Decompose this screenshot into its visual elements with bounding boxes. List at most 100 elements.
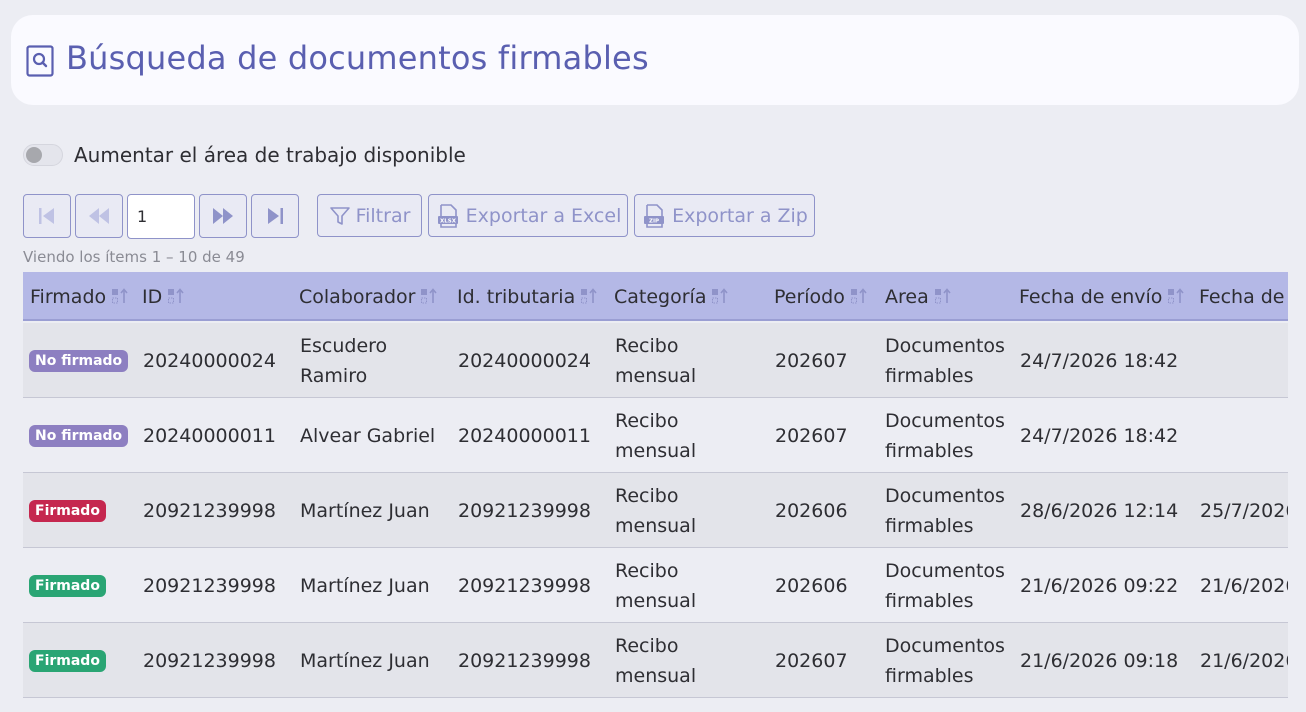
toggle-knob [26,147,42,163]
column-header-label: Fecha de envío [1019,285,1163,308]
fecha-firma-cell: 21/6/2026 [1200,649,1288,672]
id-tributaria-cell: 20921239998 [458,649,591,672]
area-cell: Documentos firmables [885,334,1005,387]
column-header-label: Período [774,285,845,308]
page-header: Búsqueda de documentos firmables [11,15,1299,105]
documents-grid: Firmado ID Colaborador Id. tributaria Ca… [23,272,1288,712]
fecha-envio-cell: 21/6/2026 09:22 [1020,574,1179,597]
id-tributaria-cell: 20921239998 [458,574,591,597]
fecha-envio-cell: 21/6/2026 09:18 [1020,649,1179,672]
page-number-input[interactable] [127,194,195,239]
column-header-label: Fecha de [1199,285,1285,308]
status-badge: Firmado [29,574,106,597]
workspace-toggle[interactable] [23,144,63,166]
column-header-label: Area [885,285,929,308]
sort-icon[interactable] [111,287,129,307]
sort-icon[interactable] [850,287,868,307]
area-cell: Documentos firmables [885,634,1005,687]
area-cell: Documentos firmables [885,484,1005,537]
id-cell: 20921239998 [143,499,276,522]
column-header-area[interactable]: Area [885,272,952,321]
sort-icon[interactable] [167,287,185,307]
status-badge: No firmado [29,424,129,447]
next-page-button[interactable] [199,194,247,238]
status-cell: Firmado [29,548,106,623]
export-excel-button[interactable]: XLSX Exportar a Excel [428,194,628,237]
xlsx-file-icon: XLSX [437,203,458,228]
id-tributaria-cell: 20240000011 [458,424,591,447]
column-header-fecha-firma[interactable]: Fecha de [1199,272,1285,321]
rewind-icon [89,208,109,224]
id-cell: 20240000024 [143,349,276,372]
sort-icon[interactable] [934,287,952,307]
table-row[interactable]: Firmado 20921239998 Martínez Juan 209212… [23,623,1288,698]
categoria-cell: Recibo mensual [615,334,697,387]
categoria-cell: Recibo mensual [615,484,697,537]
periodo-cell: 202606 [775,574,848,597]
column-header-label: Colaborador [299,285,416,308]
fecha-firma-cell: 21/6/2026 [1200,574,1288,597]
id-tributaria-cell: 20240000024 [458,349,591,372]
funnel-icon [329,206,350,225]
status-cell: No firmado [29,323,129,398]
table-row[interactable]: No firmado 20240000024 Escudero Ramiro 2… [23,323,1288,398]
column-header-categoria[interactable]: Categoría [614,272,729,321]
colaborador-cell: Martínez Juan [300,499,430,522]
table-row[interactable]: Firmado 20921239998 Martínez Juan 209212… [23,548,1288,623]
periodo-cell: 202607 [775,424,848,447]
status-cell: Firmado [29,473,106,548]
categoria-cell: Recibo mensual [615,559,697,612]
export-excel-label: Exportar a Excel [465,204,622,227]
sort-icon[interactable] [580,287,598,307]
fast-forward-icon [213,208,233,224]
status-badge: Firmado [29,499,106,522]
status-badge: No firmado [29,349,129,372]
paging-info: Viendo los ítems 1 – 10 de 49 [23,248,245,266]
grid-header: Firmado ID Colaborador Id. tributaria Ca… [23,272,1288,321]
status-badge: Firmado [29,649,106,672]
svg-text:XLSX: XLSX [440,218,457,224]
categoria-cell: Recibo mensual [615,634,697,687]
first-page-icon [39,208,54,224]
id-cell: 20921239998 [143,574,276,597]
export-zip-button[interactable]: ZIP Exportar a Zip [634,194,815,237]
sort-icon[interactable] [1167,287,1185,307]
fecha-envio-cell: 24/7/2026 18:42 [1020,349,1179,372]
periodo-cell: 202606 [775,499,848,522]
previous-page-button[interactable] [75,194,123,238]
periodo-cell: 202607 [775,349,848,372]
last-page-button[interactable] [251,194,299,238]
area-cell: Documentos firmables [885,559,1005,612]
colaborador-cell: Alvear Gabriel [300,424,436,447]
id-tributaria-cell: 20921239998 [458,499,591,522]
sort-icon[interactable] [711,287,729,307]
colaborador-cell: Escudero Ramiro [300,334,388,387]
column-header-label: Firmado [30,285,107,308]
column-header-label: ID [142,285,163,308]
column-header-colaborador[interactable]: Colaborador [299,272,438,321]
status-cell: No firmado [29,398,129,473]
column-header-periodo[interactable]: Período [774,272,868,321]
id-cell: 20240000011 [143,424,276,447]
page-title: Búsqueda de documentos firmables [66,39,649,77]
first-page-button[interactable] [23,194,71,238]
column-header-id-tributaria[interactable]: Id. tributaria [457,272,598,321]
column-header-label: Categoría [614,285,707,308]
fecha-firma-cell: 25/7/2026 [1200,499,1288,522]
column-header-label: Id. tributaria [457,285,576,308]
colaborador-cell: Martínez Juan [300,574,430,597]
svg-text:ZIP: ZIP [649,218,659,224]
id-cell: 20921239998 [143,649,276,672]
table-row[interactable]: No firmado 20240000011 Alvear Gabriel 20… [23,398,1288,473]
column-header-id[interactable]: ID [142,272,185,321]
filter-button[interactable]: Filtrar [317,194,422,237]
periodo-cell: 202607 [775,649,848,672]
zip-file-icon: ZIP [644,203,665,228]
export-zip-label: Exportar a Zip [672,204,808,227]
column-header-fecha-envio[interactable]: Fecha de envío [1019,272,1185,321]
categoria-cell: Recibo mensual [615,409,697,462]
column-header-firmado[interactable]: Firmado [30,272,129,321]
table-row[interactable]: Firmado 20921239998 Martínez Juan 209212… [23,473,1288,548]
sort-icon[interactable] [420,287,438,307]
last-page-icon [268,208,283,224]
